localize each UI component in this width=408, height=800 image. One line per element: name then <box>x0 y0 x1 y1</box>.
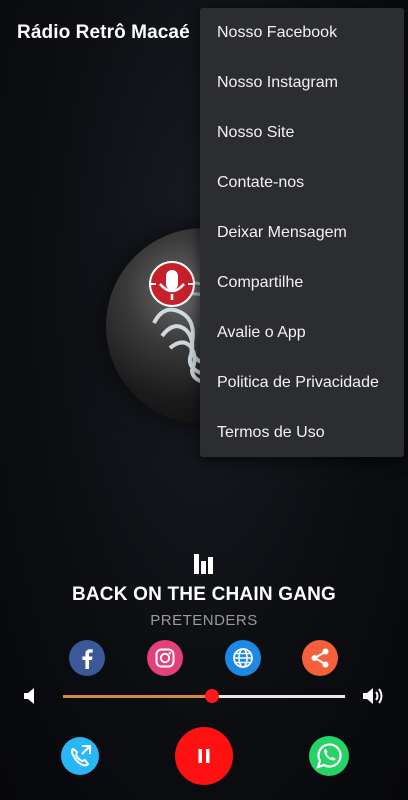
menu-item-share[interactable]: Compartilhe <box>200 258 404 308</box>
menu-item-leave-message[interactable]: Deixar Mensagem <box>200 208 404 258</box>
menu-item-instagram[interactable]: Nosso Instagram <box>200 58 404 108</box>
instagram-button[interactable] <box>147 640 183 676</box>
globe-icon <box>225 640 261 676</box>
instagram-icon <box>147 640 183 676</box>
share-button[interactable] <box>302 640 338 676</box>
call-button[interactable] <box>61 737 99 775</box>
volume-down-icon[interactable] <box>22 687 38 710</box>
volume-slider[interactable] <box>63 695 345 698</box>
website-button[interactable] <box>225 640 261 676</box>
pause-icon <box>175 727 233 785</box>
volume-slider-fill <box>63 695 213 698</box>
app-title: Rádio Retrô Macaé <box>17 22 190 43</box>
facebook-icon <box>69 640 105 676</box>
phone-call-icon <box>61 737 99 775</box>
track-artist: PRETENDERS <box>150 612 258 629</box>
menu-item-site[interactable]: Nosso Site <box>200 108 404 158</box>
menu-item-privacy-policy[interactable]: Politica de Privacidade <box>200 358 404 408</box>
equalizer-icon <box>194 554 214 579</box>
facebook-button[interactable] <box>69 640 105 676</box>
track-title: BACK ON THE CHAIN GANG <box>71 584 337 605</box>
volume-up-icon[interactable] <box>362 686 386 711</box>
menu-item-rate-app[interactable]: Avalie o App <box>200 308 404 358</box>
menu-item-terms-of-use[interactable]: Termos de Uso <box>200 408 404 458</box>
menu-item-contact[interactable]: Contate-nos <box>200 158 404 208</box>
whatsapp-icon <box>309 736 349 776</box>
volume-slider-thumb[interactable] <box>205 689 220 703</box>
overflow-menu: Nosso Facebook Nosso Instagram Nosso Sit… <box>200 8 404 457</box>
pause-button[interactable] <box>175 727 233 785</box>
share-icon <box>302 640 338 676</box>
whatsapp-button[interactable] <box>309 736 349 776</box>
menu-item-facebook[interactable]: Nosso Facebook <box>200 8 404 58</box>
